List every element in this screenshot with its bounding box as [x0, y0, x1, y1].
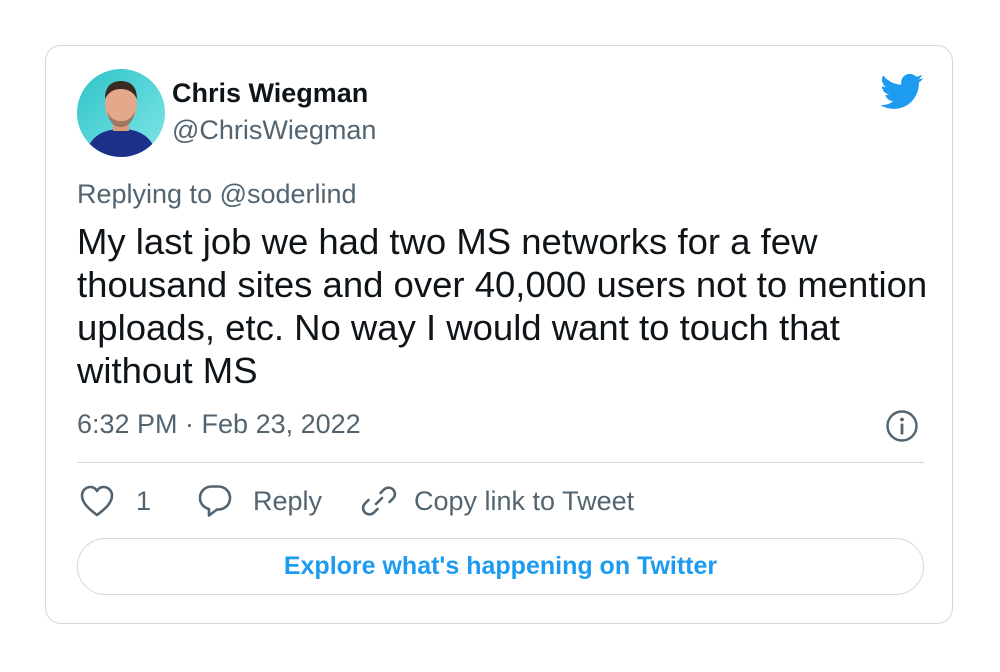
info-icon[interactable]: [885, 409, 919, 443]
heart-icon: [80, 485, 114, 517]
like-count: 1: [136, 485, 152, 516]
like-button[interactable]: 1: [79, 482, 151, 520]
author-handle[interactable]: @ChrisWiegman: [172, 115, 376, 146]
tweet-card: Chris Wiegman @ChrisWiegman Replying to …: [45, 45, 953, 624]
tweet-timestamp[interactable]: 6:32 PM · Feb 23, 2022: [77, 409, 361, 440]
reply-button[interactable]: Reply: [197, 482, 322, 520]
twitter-bird-icon[interactable]: [880, 73, 924, 111]
reply-context[interactable]: Replying to @soderlind: [77, 179, 357, 210]
explore-twitter-button[interactable]: Explore what's happening on Twitter: [77, 538, 924, 595]
author-name[interactable]: Chris Wiegman: [172, 78, 368, 109]
reply-bubble-icon: [198, 485, 232, 517]
reply-label: Reply: [253, 485, 323, 516]
copy-link-button[interactable]: Copy link to Tweet: [361, 482, 634, 520]
avatar[interactable]: [77, 69, 165, 157]
divider: [77, 462, 924, 463]
copy-link-label: Copy link to Tweet: [414, 485, 635, 516]
link-icon: [361, 486, 397, 516]
tweet-text: My last job we had two MS networks for a…: [77, 221, 928, 391]
